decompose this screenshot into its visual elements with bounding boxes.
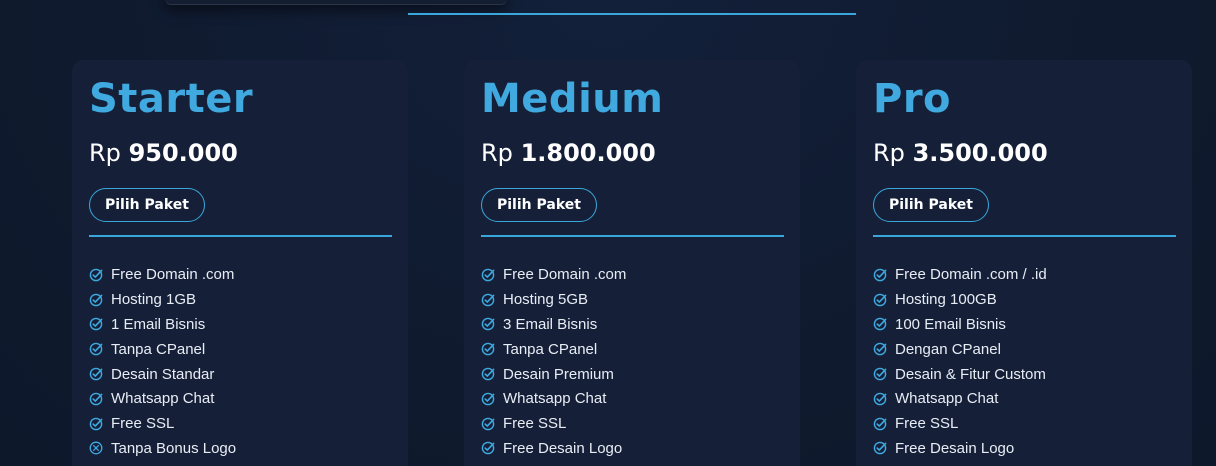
plan-price: Rp 950.000: [89, 138, 392, 168]
feature-text: Tanpa Bonus Logo: [111, 439, 237, 457]
feature-item: Tanpa CPanel: [481, 337, 784, 362]
feature-text: Free SSL: [895, 415, 959, 433]
check-circle-icon: [89, 367, 103, 381]
check-circle-icon: [481, 342, 495, 356]
feature-item: 1 Email Bisnis: [89, 312, 392, 337]
feature-item: Tanpa CPanel: [89, 337, 392, 362]
x-circle-icon: [89, 441, 103, 455]
feature-item: Whatsapp Chat: [873, 386, 1176, 411]
feature-list: Free Domain .com / .id Hosting 100GB 100 E…: [873, 263, 1176, 461]
feature-text: Whatsapp Chat: [503, 390, 607, 408]
check-circle-icon: [873, 417, 887, 431]
plan-price: Rp 3.500.000: [873, 138, 1176, 168]
pricing-card-starter: Starter Rp 950.000 Pilih Paket Free Doma…: [72, 60, 408, 466]
price-amount: 950.000: [128, 139, 238, 167]
price-currency: Rp: [873, 139, 905, 167]
feature-text: Whatsapp Chat: [111, 390, 215, 408]
check-circle-icon: [89, 392, 103, 406]
feature-text: Free Domain .com: [111, 266, 235, 284]
check-circle-icon: [89, 317, 103, 331]
feature-item: Dengan CPanel: [873, 337, 1176, 362]
feature-text: Tanpa CPanel: [111, 340, 206, 358]
feature-item: Free Domain .com / .id: [873, 263, 1176, 288]
feature-item: Whatsapp Chat: [89, 386, 392, 411]
check-circle-icon: [873, 317, 887, 331]
plan-name: Starter: [89, 76, 254, 122]
pricing-section: Starter Rp 950.000 Pilih Paket Free Doma…: [0, 0, 1216, 466]
check-circle-icon: [89, 293, 103, 307]
feature-text: Whatsapp Chat: [895, 390, 999, 408]
feature-text: Free Desain Logo: [503, 439, 623, 457]
feature-list: Free Domain .com Hosting 5GB 3 Email Bisni…: [481, 263, 784, 461]
price-currency: Rp: [481, 139, 513, 167]
feature-item: Free Desain Logo: [873, 436, 1176, 461]
card-divider: [481, 235, 784, 237]
feature-item: Free SSL: [89, 411, 392, 436]
feature-text: Free Desain Logo: [895, 439, 1015, 457]
feature-item: Hosting 100GB: [873, 287, 1176, 312]
check-circle-icon: [481, 417, 495, 431]
feature-item: Free Domain .com: [89, 263, 392, 288]
dropdown-panel-edge: [165, 0, 507, 5]
feature-text: 1 Email Bisnis: [111, 315, 206, 333]
feature-item: 100 Email Bisnis: [873, 312, 1176, 337]
feature-item: 3 Email Bisnis: [481, 312, 784, 337]
price-amount: 1.800.000: [520, 139, 656, 167]
feature-text: 100 Email Bisnis: [895, 315, 1006, 333]
check-circle-icon: [873, 268, 887, 282]
feature-text: Tanpa CPanel: [503, 340, 598, 358]
feature-text: Hosting 5GB: [503, 291, 589, 309]
check-circle-icon: [873, 392, 887, 406]
choose-plan-button[interactable]: Pilih Paket: [89, 188, 205, 222]
choose-plan-button[interactable]: Pilih Paket: [481, 188, 597, 222]
feature-text: Free Domain .com / .id: [895, 266, 1047, 284]
feature-item: Tanpa Bonus Logo: [89, 436, 392, 461]
plan-name: Medium: [481, 76, 664, 122]
plan-name: Pro: [873, 76, 952, 122]
feature-item: Desain Standar: [89, 362, 392, 387]
check-circle-icon: [89, 417, 103, 431]
feature-text: Free SSL: [111, 415, 175, 433]
price-currency: Rp: [89, 139, 121, 167]
feature-item: Hosting 1GB: [89, 287, 392, 312]
check-circle-icon: [481, 268, 495, 282]
pricing-card-medium: Medium Rp 1.800.000 Pilih Paket Free Dom…: [464, 60, 800, 466]
feature-text: Hosting 1GB: [111, 291, 197, 309]
plan-price: Rp 1.800.000: [481, 138, 784, 168]
feature-text: Free SSL: [503, 415, 567, 433]
check-circle-icon: [89, 268, 103, 282]
card-divider: [873, 235, 1176, 237]
price-amount: 3.500.000: [912, 139, 1048, 167]
feature-text: 3 Email Bisnis: [503, 315, 598, 333]
feature-item: Whatsapp Chat: [481, 386, 784, 411]
feature-item: Free SSL: [873, 411, 1176, 436]
feature-text: Dengan CPanel: [895, 340, 1001, 358]
check-circle-icon: [481, 441, 495, 455]
choose-plan-button[interactable]: Pilih Paket: [873, 188, 989, 222]
feature-item: Desain Premium: [481, 362, 784, 387]
check-circle-icon: [873, 342, 887, 356]
feature-text: Desain Standar: [111, 365, 215, 383]
feature-text: Desain Premium: [503, 365, 614, 383]
check-circle-icon: [873, 367, 887, 381]
check-circle-icon: [481, 367, 495, 381]
check-circle-icon: [89, 342, 103, 356]
check-circle-icon: [873, 293, 887, 307]
check-circle-icon: [481, 317, 495, 331]
check-circle-icon: [873, 441, 887, 455]
feature-item: Hosting 5GB: [481, 287, 784, 312]
feature-item: Free Desain Logo: [481, 436, 784, 461]
feature-item: Desain & Fitur Custom: [873, 362, 1176, 387]
feature-text: Free Domain .com: [503, 266, 627, 284]
feature-list: Free Domain .com Hosting 1GB 1 Email Bisni…: [89, 263, 392, 461]
section-title-underline: [408, 13, 856, 15]
check-circle-icon: [481, 293, 495, 307]
pricing-card-pro: Pro Rp 3.500.000 Pilih Paket Free Domain…: [856, 60, 1192, 466]
feature-text: Hosting 100GB: [895, 291, 997, 309]
feature-text: Desain & Fitur Custom: [895, 365, 1046, 383]
feature-item: Free SSL: [481, 411, 784, 436]
feature-item: Free Domain .com: [481, 263, 784, 288]
check-circle-icon: [481, 392, 495, 406]
card-divider: [89, 235, 392, 237]
